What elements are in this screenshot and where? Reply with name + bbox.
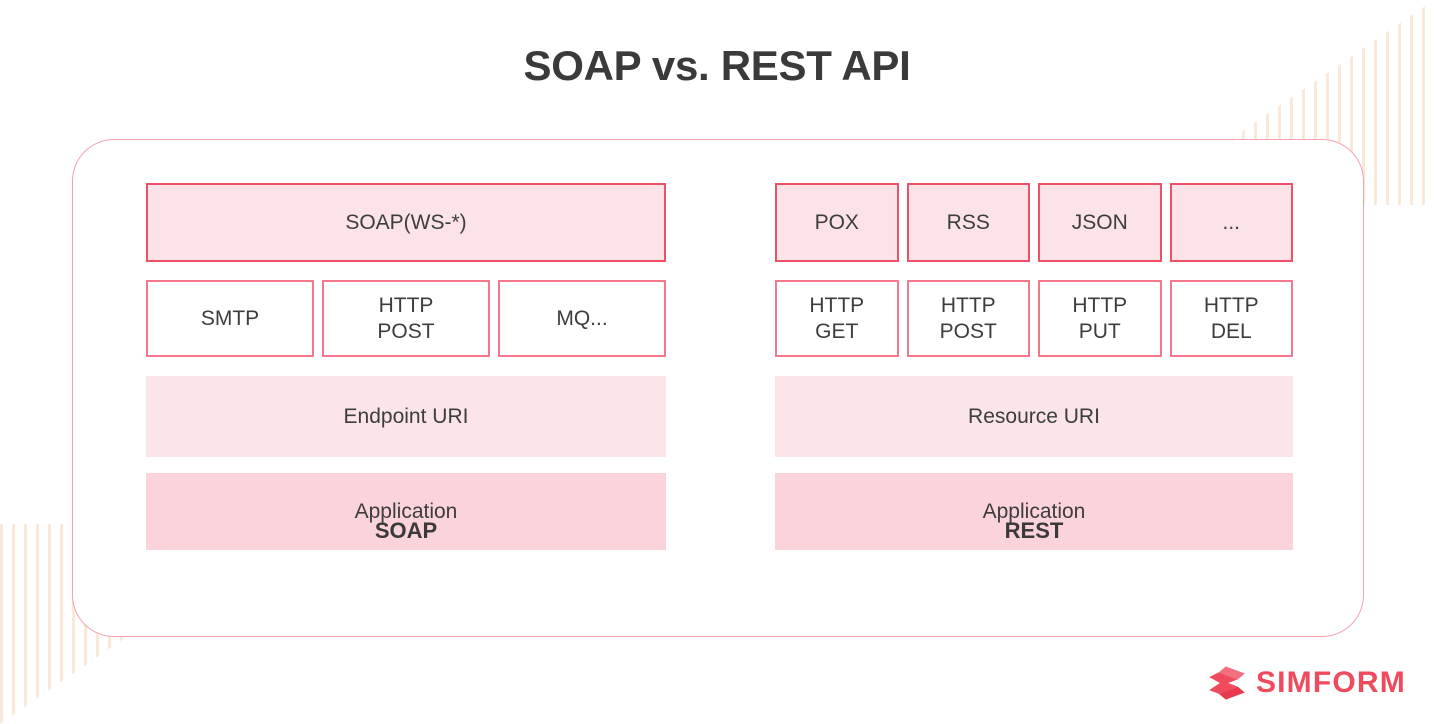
diagram-box: HTTP PUT (1038, 280, 1162, 357)
diagram-row: HTTP GET HTTP POST HTTP PUT HTTP DEL (775, 280, 1293, 357)
diagram-row: Endpoint URI (146, 376, 666, 457)
diagram-panel: SOAP(WS-*) SMTP HTTP POST MQ... Endpoint URI… (72, 139, 1364, 637)
diagram-box: ... (1169, 183, 1293, 262)
column-label-rest: REST (1004, 518, 1064, 543)
column-label-soap: SOAP (374, 518, 438, 543)
diagram-box: Endpoint URI (146, 376, 666, 457)
diagram-box: MQ... (498, 280, 666, 357)
diagram-box: RSS (906, 183, 1030, 262)
diagram-box: HTTP POST (322, 280, 490, 357)
simform-wordmark: SIMFORM (1255, 666, 1406, 699)
diagram-box: SOAP(WS-*) (146, 183, 666, 262)
simform-ribbon-icon (1209, 666, 1245, 700)
simform-logo: SIMFORM (1208, 664, 1406, 702)
diagram-row: Resource URI (775, 376, 1293, 457)
diagram-box: HTTP DEL (1169, 280, 1293, 357)
diagram-row: SMTP HTTP POST MQ... (146, 280, 666, 357)
diagram-box: Resource URI (775, 376, 1293, 457)
diagram-box: SMTP (146, 280, 314, 357)
diagram-box: POX (775, 183, 899, 262)
page-title: SOAP vs. REST API (523, 42, 911, 89)
diagram-row: POX RSS JSON... (775, 183, 1293, 262)
diagram-box: HTTP POST (906, 280, 1030, 357)
diagram-box: JSON (1038, 183, 1162, 262)
diagram-row: SOAP(WS-*) (146, 183, 666, 262)
diagram-box: HTTP GET (775, 280, 899, 357)
